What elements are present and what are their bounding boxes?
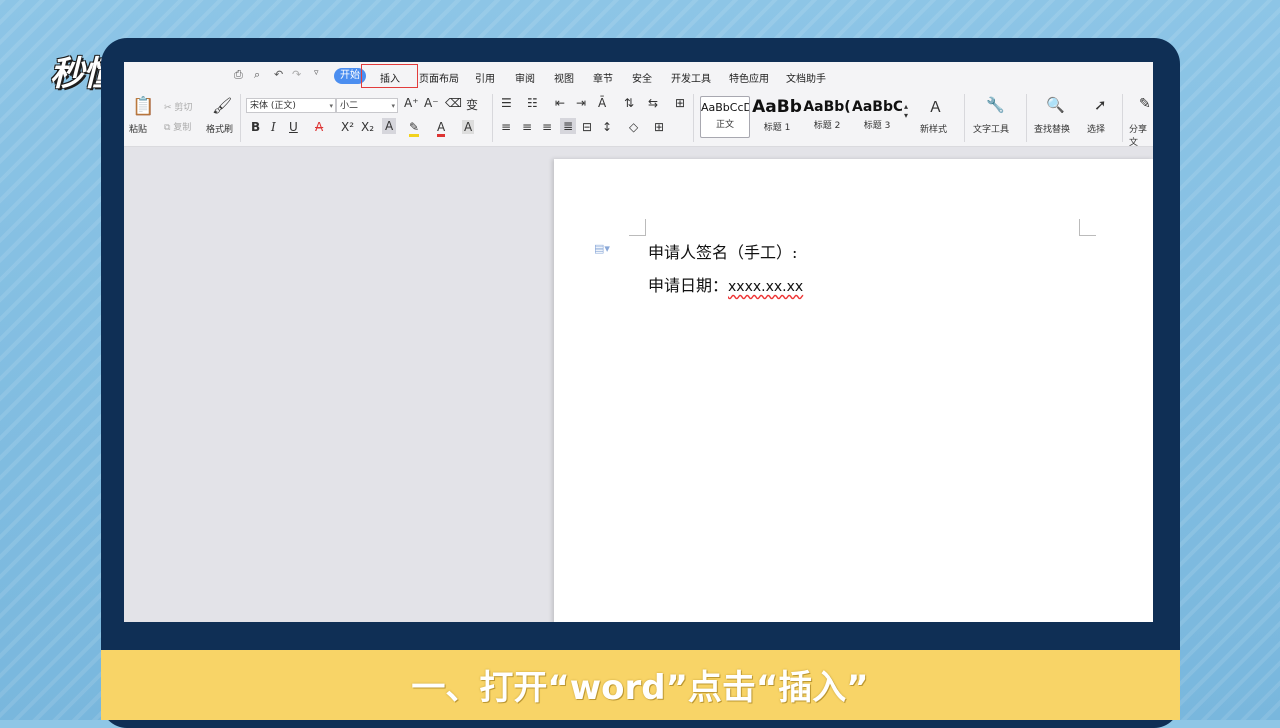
- format-painter-button[interactable]: 格式刷: [206, 122, 233, 135]
- numbered-list-icon[interactable]: ☷: [527, 96, 538, 110]
- borders-icon[interactable]: ⊞: [654, 120, 664, 134]
- chinese-layout-icon[interactable]: Ā: [598, 96, 606, 110]
- line-spacing-icon[interactable]: ↕: [602, 120, 612, 134]
- clear-format-icon[interactable]: ⌫: [445, 96, 462, 110]
- font-color-icon[interactable]: A: [437, 120, 446, 137]
- style-name: 标题 2: [813, 121, 841, 131]
- sort-icon[interactable]: ⇅: [624, 96, 634, 110]
- align-center-icon[interactable]: ≡: [522, 120, 532, 134]
- styles-scroll-icon[interactable]: ▴ ▾: [904, 102, 908, 120]
- tab-page-layout[interactable]: 页面布局: [419, 70, 459, 85]
- new-style-icon[interactable]: Ａ: [928, 96, 943, 117]
- share-button[interactable]: 分享文: [1129, 122, 1153, 148]
- ribbon-home: 📋 粘贴 ✂ 剪切 ⧉ 复制 🖌 格式刷 宋体 (正文) ▾ 小二 ▾ A⁺ A⁻ …: [124, 90, 1153, 148]
- redo-icon[interactable]: ↷: [292, 68, 301, 81]
- bold-icon[interactable]: B: [251, 120, 260, 134]
- style-sample: AaBbC: [852, 99, 902, 115]
- tab-references[interactable]: 引用: [475, 70, 495, 85]
- style-heading-2[interactable]: AaBb( 标题 2: [802, 96, 852, 138]
- tab-doc-assistant[interactable]: 文档助手: [786, 70, 826, 85]
- caption-text: 一、打开“word”点击“插入”: [411, 668, 869, 708]
- subscript-icon[interactable]: X₂: [361, 120, 374, 134]
- format-painter-icon[interactable]: 🖌: [212, 96, 232, 115]
- style-heading-1[interactable]: AaBb 标题 1: [752, 96, 802, 138]
- font-size-select[interactable]: 小二 ▾: [336, 98, 398, 113]
- menu-bar: ⎙ ⌕ ↶ ↷ ▿ 开始 插入 页面布局 引用 审阅 视图 章节 安全 开发工具…: [124, 62, 1153, 90]
- style-sample: AaBb: [752, 97, 802, 117]
- font-size-value: 小二: [340, 101, 359, 111]
- doc-line-date[interactable]: 申请日期：xxxx.xx.xx: [648, 272, 803, 296]
- document-page[interactable]: ▤▾ 申请人签名（手工）: 申请日期：xxxx.xx.xx: [554, 159, 1153, 622]
- underline-icon[interactable]: U: [289, 120, 298, 134]
- highlight-color-icon[interactable]: ✎: [409, 120, 420, 137]
- grow-font-icon[interactable]: A⁺: [404, 96, 419, 110]
- new-style-button[interactable]: 新样式: [920, 122, 947, 135]
- style-name: 标题 3: [863, 121, 891, 131]
- wps-writer-window: ⎙ ⌕ ↶ ↷ ▿ 开始 插入 页面布局 引用 审阅 视图 章节 安全 开发工具…: [124, 62, 1153, 622]
- text-tools-button[interactable]: 文字工具: [973, 122, 1009, 135]
- font-name-value: 宋体 (正文): [250, 101, 296, 111]
- cut-button[interactable]: ✂ 剪切: [164, 100, 192, 113]
- paragraph-handle-icon[interactable]: ▤▾: [594, 242, 610, 255]
- divider: [1122, 94, 1123, 142]
- tab-chapter[interactable]: 章节: [593, 70, 613, 85]
- insert-highlight-box: [361, 64, 418, 88]
- style-sample: AaBb(: [803, 99, 851, 115]
- bullet-list-icon[interactable]: ☰: [501, 96, 512, 110]
- cut-label: 剪切: [174, 103, 193, 113]
- align-right-icon[interactable]: ≡: [542, 120, 552, 134]
- divider: [240, 94, 241, 142]
- style-sample: AaBbCcDd: [701, 101, 749, 114]
- margin-corner: [1079, 219, 1096, 236]
- italic-icon[interactable]: I: [271, 120, 276, 134]
- share-icon[interactable]: ✎: [1139, 96, 1151, 112]
- font-name-select[interactable]: 宋体 (正文) ▾: [246, 98, 336, 113]
- date-value: xxxx.xx.xx: [728, 279, 804, 295]
- divider: [1026, 94, 1027, 142]
- cursor-icon[interactable]: ➚: [1094, 96, 1107, 114]
- doc-line-signature[interactable]: 申请人签名（手工）:: [648, 239, 797, 263]
- tab-security[interactable]: 安全: [632, 70, 652, 85]
- distributed-icon[interactable]: ⊟: [582, 120, 592, 134]
- table-icon[interactable]: ⊞: [675, 96, 685, 110]
- shrink-font-icon[interactable]: A⁻: [424, 96, 439, 110]
- date-label: 申请日期：: [648, 276, 729, 295]
- print-preview-icon[interactable]: ⌕: [254, 68, 260, 82]
- search-icon[interactable]: 🔍: [1046, 96, 1065, 114]
- style-heading-3[interactable]: AaBbC 标题 3: [852, 96, 902, 138]
- undo-icon[interactable]: ↶: [274, 68, 283, 81]
- select-button[interactable]: 选择: [1087, 122, 1105, 135]
- tab-developer[interactable]: 开发工具: [671, 70, 711, 85]
- text-effect-icon[interactable]: A: [382, 118, 397, 134]
- char-shading-icon[interactable]: A: [462, 120, 475, 134]
- style-normal[interactable]: AaBbCcDd 正文: [700, 96, 750, 138]
- shading-icon[interactable]: ◇: [629, 120, 638, 134]
- divider: [693, 94, 694, 142]
- align-left-icon[interactable]: ≡: [501, 120, 511, 134]
- superscript-icon[interactable]: X²: [341, 120, 354, 134]
- tab-view[interactable]: 视图: [554, 70, 574, 85]
- paste-button[interactable]: 粘贴: [129, 122, 147, 135]
- copy-button[interactable]: ⧉ 复制: [164, 120, 191, 133]
- strikethrough-icon[interactable]: A: [315, 120, 323, 134]
- decrease-indent-icon[interactable]: ⇤: [555, 96, 565, 110]
- copy-label: 复制: [173, 123, 192, 133]
- print-icon[interactable]: ⎙: [234, 68, 243, 82]
- wrench-icon[interactable]: 🔧: [986, 96, 1005, 114]
- margin-corner: [629, 219, 646, 236]
- customize-chevron-icon[interactable]: ▿: [314, 68, 319, 78]
- style-name: 正文: [715, 120, 734, 130]
- find-replace-button[interactable]: 查找替换: [1034, 122, 1070, 135]
- divider: [492, 94, 493, 142]
- divider: [964, 94, 965, 142]
- increase-indent-icon[interactable]: ⇥: [576, 96, 586, 110]
- paste-icon[interactable]: 📋: [132, 96, 154, 117]
- show-marks-icon[interactable]: ⇆: [648, 96, 658, 110]
- phonetic-guide-icon[interactable]: 变: [466, 96, 478, 113]
- tab-review[interactable]: 审阅: [515, 70, 535, 85]
- style-name: 标题 1: [763, 123, 791, 133]
- tab-special-apps[interactable]: 特色应用: [729, 70, 769, 85]
- justify-icon[interactable]: ≣: [560, 118, 577, 134]
